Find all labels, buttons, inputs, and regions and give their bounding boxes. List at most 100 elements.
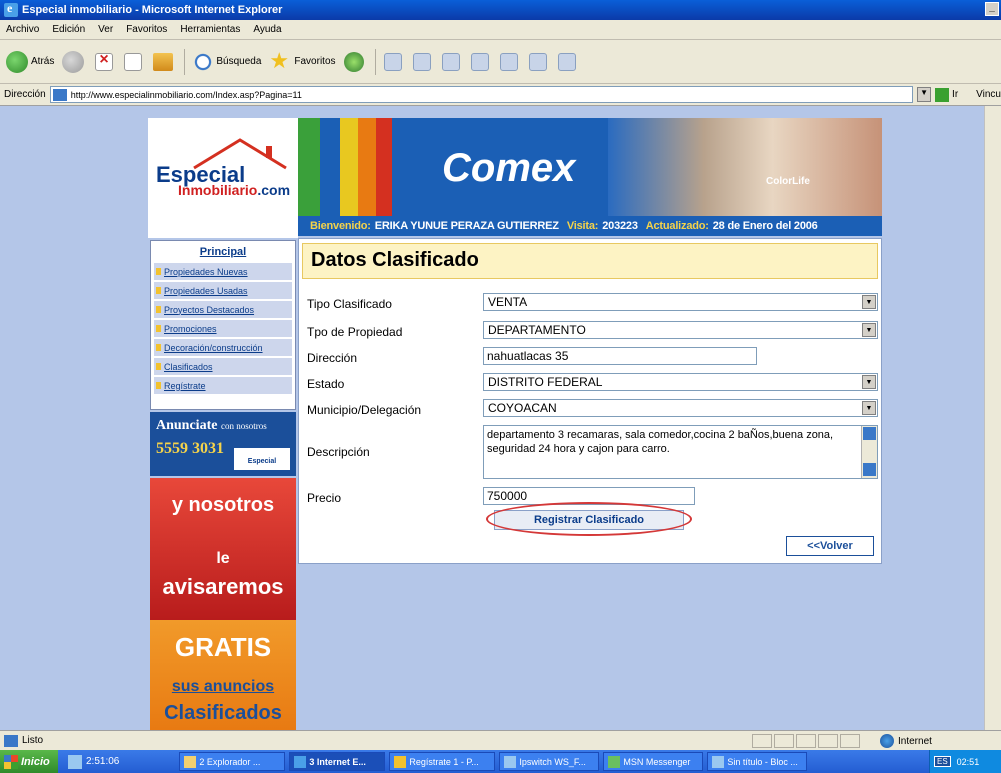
select-tipo-propiedad[interactable]: DEPARTAMENTO ▼ bbox=[483, 321, 878, 339]
promo-gratis[interactable]: GRATIS sus anuncios Clasificados bbox=[150, 620, 296, 730]
task-msn[interactable]: MSN Messenger bbox=[603, 752, 704, 771]
tray-clock[interactable]: 02:51 bbox=[957, 757, 980, 767]
label-tipo-clasificado: Tipo Clasificado bbox=[307, 297, 392, 311]
toolbar-separator bbox=[184, 48, 186, 75]
folder-button[interactable] bbox=[470, 52, 492, 71]
menu-ayuda[interactable]: Ayuda bbox=[253, 24, 281, 35]
stop-button[interactable] bbox=[95, 51, 116, 71]
notepad-icon bbox=[712, 755, 725, 768]
bluetooth-button[interactable] bbox=[499, 52, 521, 71]
banner-photo bbox=[608, 118, 882, 216]
taskbar: Inicio 2:51:06 2 Explorador ... 3 Intern… bbox=[0, 750, 1001, 773]
menu-ver[interactable]: Ver bbox=[98, 24, 113, 35]
scroll-up-icon[interactable] bbox=[863, 427, 876, 440]
sidebar-title[interactable]: Principal bbox=[151, 241, 295, 261]
favorites-button[interactable]: ★ Favoritos bbox=[269, 49, 335, 73]
start-button[interactable]: Inicio bbox=[0, 750, 58, 773]
sidebar-item-clasificados[interactable]: Clasificados bbox=[154, 358, 292, 375]
back-button-volver[interactable]: <<Volver bbox=[786, 536, 874, 556]
task-explorador[interactable]: 2 Explorador ... bbox=[179, 752, 286, 771]
select-estado[interactable]: DISTRITO FEDERAL ▼ bbox=[483, 373, 878, 391]
task-notepad[interactable]: Sin título - Bloc ... bbox=[707, 752, 808, 771]
quicklaunch-clock-text: 2:51:06 bbox=[86, 756, 120, 767]
logo-domain: .com bbox=[257, 182, 291, 198]
anunciate-text: Anunciate con nosotros bbox=[156, 418, 267, 434]
language-indicator[interactable]: ES bbox=[934, 756, 951, 767]
comex-banner[interactable]: Comex ColorLife bbox=[298, 118, 882, 216]
task-internet-explorer[interactable]: 3 Internet E... bbox=[289, 752, 386, 771]
input-direccion[interactable]: nahuatlacas 35 bbox=[483, 347, 757, 365]
task-label: Sin título - Bloc ... bbox=[727, 756, 798, 767]
chevron-down-icon[interactable]: ▼ bbox=[862, 295, 876, 309]
mail-button[interactable] bbox=[383, 52, 405, 71]
sidebar-item-registrate[interactable]: Regístrate bbox=[154, 377, 292, 394]
task-ipswitch[interactable]: Ipswitch WS_F... bbox=[499, 752, 600, 771]
internet-explorer-icon bbox=[294, 755, 307, 768]
folder-icon bbox=[470, 52, 489, 71]
browser-toolbar: Atrás Búsqueda ★ Favoritos bbox=[0, 40, 1001, 84]
task-label: 2 Explorador ... bbox=[199, 756, 261, 767]
select-value: DEPARTAMENTO bbox=[488, 323, 586, 337]
forward-button[interactable] bbox=[62, 50, 87, 73]
people-button[interactable] bbox=[557, 52, 579, 71]
links-label[interactable]: Vincu bbox=[976, 89, 1001, 100]
menu-herramientas[interactable]: Herramientas bbox=[180, 24, 240, 35]
edit-button[interactable] bbox=[441, 52, 463, 71]
chevron-down-icon[interactable]: ▼ bbox=[862, 401, 876, 415]
welcome-user: ERIKA YUNUE PERAZA GUTIERREZ bbox=[374, 220, 559, 232]
select-tipo-clasificado[interactable]: VENTA ▼ bbox=[483, 293, 878, 311]
messenger-button[interactable] bbox=[528, 52, 550, 71]
address-dropdown-button[interactable]: ▼ bbox=[917, 87, 932, 102]
register-classified-button[interactable]: Registrar Clasificado bbox=[494, 510, 684, 530]
anunciate-ad[interactable]: Anunciate con nosotros 5559 3031 Especia… bbox=[150, 412, 296, 476]
select-value: DISTRITO FEDERAL bbox=[488, 375, 603, 389]
textarea-scrollbar[interactable] bbox=[861, 426, 877, 478]
sidebar-item-proyectos-destacados[interactable]: Proyectos Destacados bbox=[154, 301, 292, 318]
go-button[interactable]: Ir bbox=[935, 87, 958, 102]
promo-avisaremos[interactable]: y nosotros le avisaremos bbox=[150, 478, 296, 620]
promo-red-line1: y nosotros bbox=[171, 494, 275, 516]
sidebar-item-label: Propiedades Nuevas bbox=[164, 266, 248, 277]
sidebar-item-decoracion[interactable]: Decoración/construcción bbox=[154, 339, 292, 356]
task-registrate[interactable]: Regístrate 1 - P... bbox=[389, 752, 496, 771]
updated-label: Actualizado: bbox=[645, 220, 709, 232]
minimize-button[interactable]: _ bbox=[985, 2, 999, 16]
sidebar-item-label: Regístrate bbox=[164, 380, 206, 391]
select-municipio[interactable]: COYOACAN ▼ bbox=[483, 399, 878, 417]
input-precio[interactable]: 750000 bbox=[483, 487, 695, 505]
sidebar-item-label: Proyectos Destacados bbox=[164, 304, 255, 315]
zone-text: Internet bbox=[898, 735, 932, 747]
chevron-down-icon[interactable]: ▼ bbox=[862, 323, 876, 337]
back-arrow-icon bbox=[6, 50, 28, 73]
bullet-icon bbox=[156, 325, 161, 332]
home-button[interactable] bbox=[153, 52, 176, 71]
stop-icon bbox=[95, 51, 114, 71]
search-button[interactable]: Búsqueda bbox=[193, 51, 261, 72]
quicklaunch-clock[interactable]: 2:51:06 bbox=[68, 754, 120, 769]
back-button[interactable]: Atrás bbox=[6, 50, 54, 73]
sidebar-item-label: Clasificados bbox=[164, 361, 213, 372]
media-button[interactable] bbox=[343, 51, 367, 72]
textarea-value: departamento 3 recamaras, sala comedor,c… bbox=[487, 429, 834, 455]
chevron-down-icon[interactable]: ▼ bbox=[862, 375, 876, 389]
promo-red-line2: le bbox=[216, 550, 230, 567]
promo-orange-line1: GRATIS bbox=[174, 632, 272, 662]
mail-icon bbox=[383, 52, 402, 71]
site-logo[interactable]: Especial Inmobiliario.com bbox=[148, 118, 298, 238]
page-scrollbar[interactable] bbox=[984, 106, 1001, 730]
menu-archivo[interactable]: Archivo bbox=[6, 24, 39, 35]
sidebar-item-propiedades-nuevas[interactable]: Propiedades Nuevas bbox=[154, 263, 292, 280]
menu-favoritos[interactable]: Favoritos bbox=[126, 24, 167, 35]
address-input[interactable]: http://www.especialinmobiliario.com/Inde… bbox=[49, 86, 914, 103]
sidebar-item-promociones[interactable]: Promociones bbox=[154, 320, 292, 337]
color-stripes bbox=[298, 118, 408, 216]
globe-icon bbox=[880, 734, 894, 748]
task-label: MSN Messenger bbox=[623, 756, 691, 767]
forward-arrow-icon bbox=[62, 50, 85, 73]
menu-edicion[interactable]: Edición bbox=[52, 24, 85, 35]
scroll-down-icon[interactable] bbox=[863, 463, 876, 476]
sidebar-item-propiedades-usadas[interactable]: Propiedades Usadas bbox=[154, 282, 292, 299]
refresh-button[interactable] bbox=[124, 52, 145, 71]
print-button[interactable] bbox=[412, 52, 434, 71]
textarea-descripcion[interactable]: departamento 3 recamaras, sala comedor,c… bbox=[483, 425, 878, 479]
